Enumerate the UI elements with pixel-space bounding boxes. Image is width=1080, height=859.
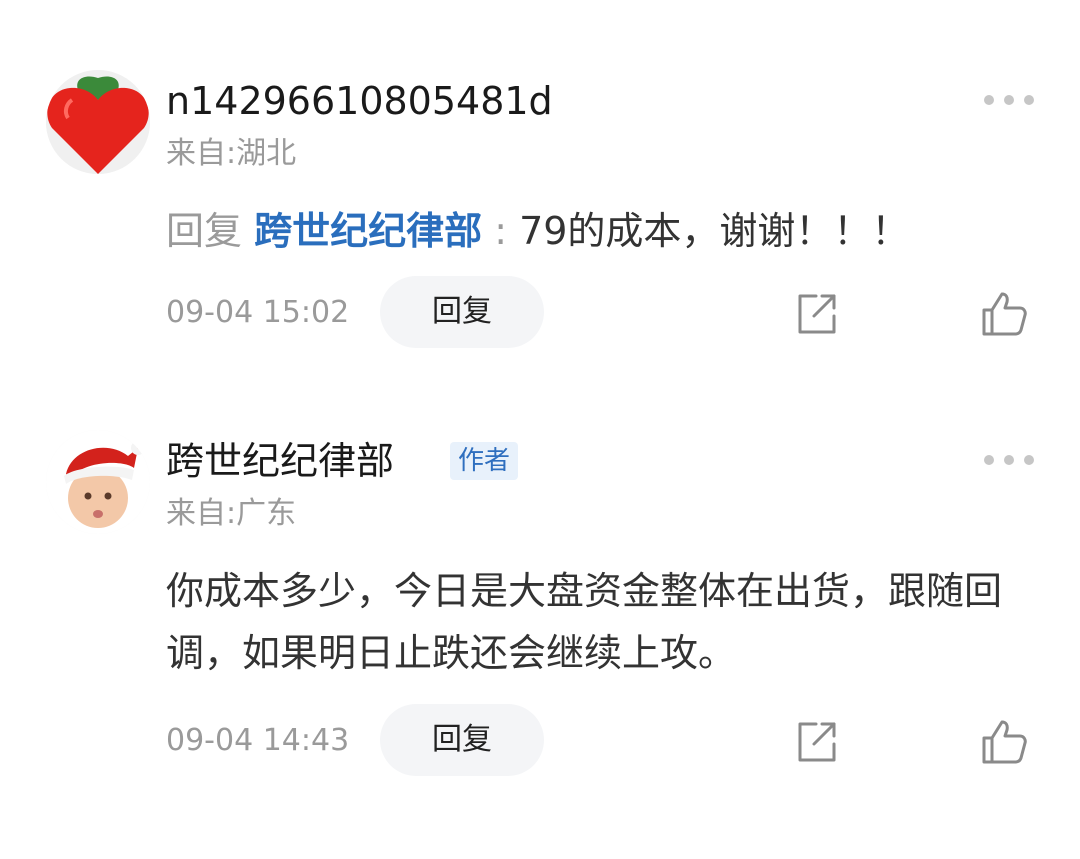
thumbs-up-icon[interactable] bbox=[980, 718, 1028, 766]
comment-body: 你成本多少，今日是大盘资金整体在出货，跟随回调，如果明日止跌还会继续上攻。 bbox=[166, 569, 1003, 675]
reply-button[interactable]: 回复 bbox=[380, 276, 544, 348]
author-badge: 作者 bbox=[450, 442, 519, 480]
location-label: 来自:湖北 bbox=[166, 136, 297, 171]
username[interactable]: 跨世纪纪律部 bbox=[166, 436, 394, 486]
comment-text: 回复 跨世纪纪律部 : 79的成本，谢谢！！！ bbox=[166, 200, 1046, 262]
comment-body: 79的成本，谢谢！！！ bbox=[519, 209, 910, 253]
share-icon[interactable] bbox=[794, 720, 838, 764]
reply-prefix: 回复 bbox=[166, 209, 255, 253]
more-dots-icon[interactable] bbox=[984, 90, 1034, 110]
timestamp: 09-04 14:43 bbox=[166, 723, 350, 758]
location-label: 来自:广东 bbox=[166, 496, 297, 531]
thumbs-up-icon[interactable] bbox=[980, 290, 1028, 338]
more-dots-icon[interactable] bbox=[984, 450, 1034, 470]
reply-button[interactable]: 回复 bbox=[380, 704, 544, 776]
reply-target-link[interactable]: 跨世纪纪律部 bbox=[254, 209, 482, 253]
baby-santa-hat-avatar-icon[interactable] bbox=[46, 430, 150, 534]
red-heart-avatar-icon[interactable] bbox=[46, 70, 150, 174]
username[interactable]: n14296610805481d bbox=[166, 76, 553, 126]
share-icon[interactable] bbox=[794, 292, 838, 336]
timestamp: 09-04 15:02 bbox=[166, 295, 350, 330]
reply-separator: : bbox=[482, 209, 520, 253]
